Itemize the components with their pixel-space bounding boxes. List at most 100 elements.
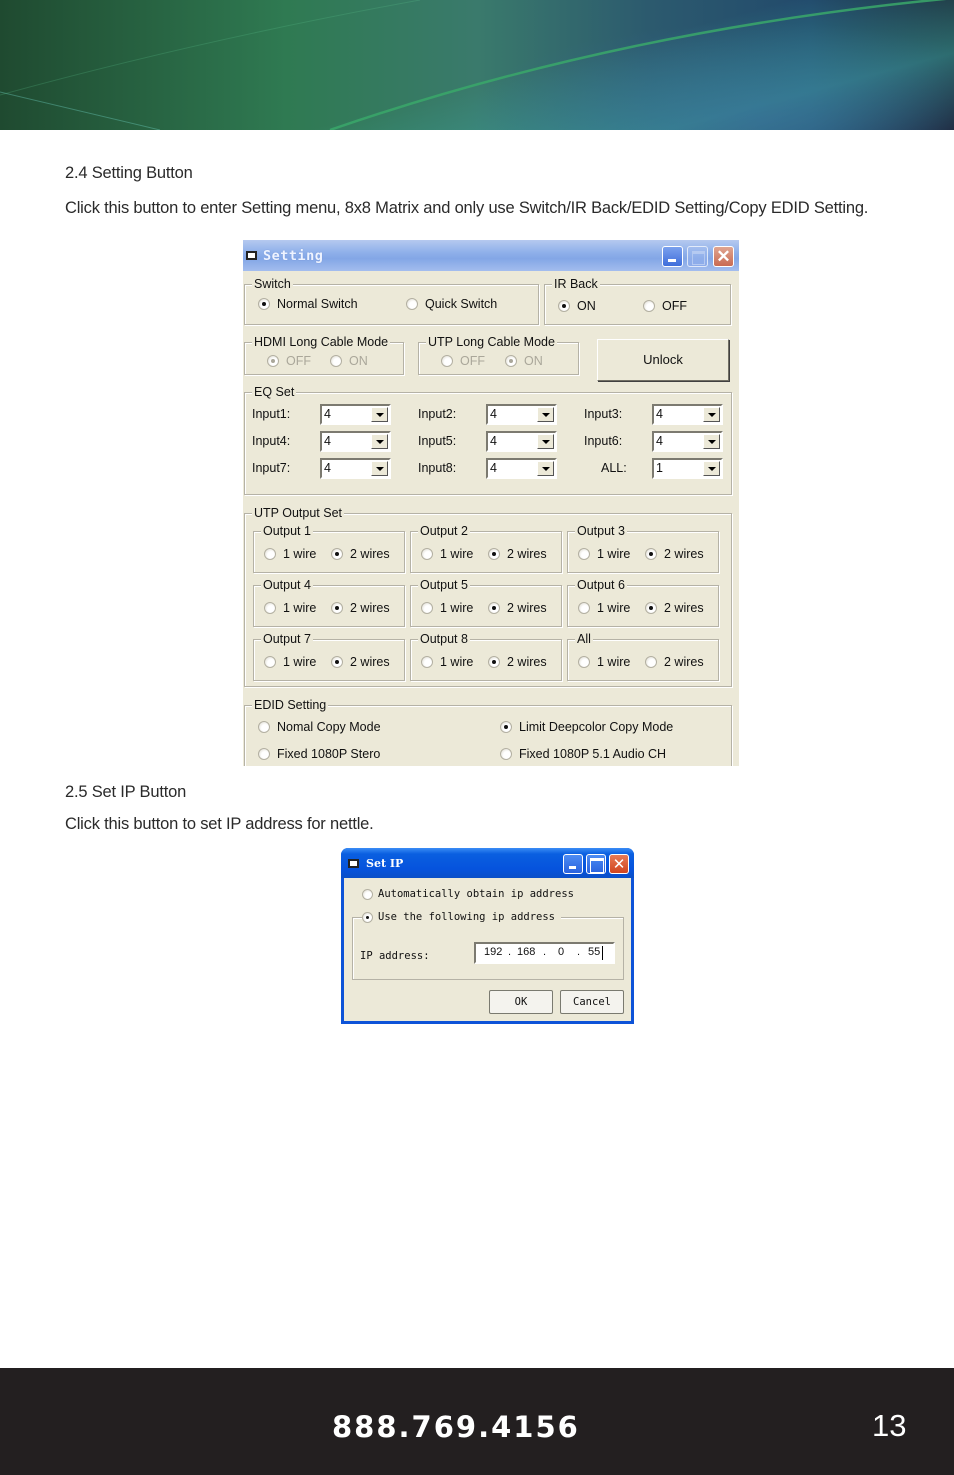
setting-titlebar[interactable]: Setting ✕	[243, 240, 739, 271]
radio-one-wire[interactable]: 1 wire	[421, 601, 473, 615]
radio-label: 2 wires	[350, 547, 390, 561]
radio-label: 1 wire	[597, 601, 631, 615]
hdmi-long-cable-legend: HDMI Long Cable Mode	[252, 334, 391, 350]
radio-label: 1 wire	[440, 547, 474, 561]
dropdown-arrow-icon[interactable]	[371, 434, 388, 449]
radio-label: OFF	[460, 354, 485, 368]
radio-two-wires[interactable]: 2 wires	[331, 601, 390, 615]
eq-select-input3[interactable]: 4	[652, 404, 723, 425]
radio-label: 2 wires	[507, 547, 547, 561]
section-heading-set-ip-button: 2.5 Set IP Button	[65, 783, 187, 801]
cancel-button[interactable]: Cancel	[560, 990, 624, 1014]
eq-select-input1[interactable]: 4	[320, 404, 391, 425]
radio-icon	[578, 548, 590, 560]
close-icon: ✕	[612, 855, 626, 873]
dropdown-arrow-icon[interactable]	[703, 407, 720, 422]
radio-one-wire[interactable]: 1 wire	[578, 547, 630, 561]
radio-two-wires[interactable]: 2 wires	[645, 601, 704, 615]
eq-select-input8[interactable]: 4	[486, 458, 557, 479]
utp-long-cable-legend: UTP Long Cable Mode	[426, 334, 557, 350]
radio-icon	[578, 602, 590, 614]
dropdown-arrow-icon[interactable]	[371, 407, 388, 422]
radio-label: 2 wires	[664, 547, 704, 561]
radio-icon	[578, 656, 590, 668]
radio-hdmi-on[interactable]: ON	[330, 354, 368, 368]
eq-set-legend: EQ Set	[252, 384, 297, 400]
radio-two-wires[interactable]: 2 wires	[331, 655, 390, 669]
dropdown-arrow-icon[interactable]	[537, 461, 554, 476]
radio-label: Automatically obtain ip address	[378, 888, 574, 900]
eq-label-input6: Input6:	[584, 434, 623, 448]
eq-select-input5[interactable]: 4	[486, 431, 557, 452]
utp-output-subgroup: Output 2 1 wire 2 wires	[410, 523, 562, 573]
set-ip-titlebar[interactable]: Set IP ✕	[341, 848, 634, 878]
eq-set-group: EQ Set Input1: 4 Input2: 4 Input3: 4 Inp…	[244, 384, 732, 495]
minimize-button[interactable]	[662, 246, 683, 267]
set-ip-window: Set IP ✕ Automatically obtain ip address…	[341, 848, 634, 1024]
radio-auto-ip[interactable]: Automatically obtain ip address	[362, 888, 574, 900]
radio-one-wire[interactable]: 1 wire	[421, 655, 473, 669]
close-button[interactable]: ✕	[713, 246, 734, 267]
maximize-button[interactable]	[687, 246, 708, 267]
radio-two-wires[interactable]: 2 wires	[488, 601, 547, 615]
radio-one-wire[interactable]: 1 wire	[264, 547, 316, 561]
radio-two-wires[interactable]: 2 wires	[645, 547, 704, 561]
radio-ir-on[interactable]: ON	[558, 299, 596, 313]
dropdown-arrow-icon[interactable]	[371, 461, 388, 476]
radio-edid-fixed-51[interactable]: Fixed 1080P 5.1 Audio CH	[500, 747, 666, 761]
minimize-button[interactable]	[563, 854, 583, 874]
eq-select-input4[interactable]: 4	[320, 431, 391, 452]
radio-utp-on[interactable]: ON	[505, 354, 543, 368]
radio-hdmi-off[interactable]: OFF	[267, 354, 311, 368]
ip-address-label: IP address:	[360, 950, 430, 962]
radio-edid-fixed-stereo[interactable]: Fixed 1080P Stero	[258, 747, 380, 761]
ok-button[interactable]: OK	[489, 990, 553, 1014]
unlock-button[interactable]: Unlock	[597, 339, 729, 381]
radio-two-wires[interactable]: 2 wires	[488, 655, 547, 669]
utp-output-legend: Output 5	[418, 577, 470, 593]
radio-one-wire[interactable]: 1 wire	[264, 655, 316, 669]
radio-one-wire[interactable]: 1 wire	[264, 601, 316, 615]
eq-select-input2[interactable]: 4	[486, 404, 557, 425]
setting-window: Setting ✕ Switch Normal Switch Quick Swi…	[243, 240, 739, 766]
radio-ir-off[interactable]: OFF	[643, 299, 687, 313]
dropdown-arrow-icon[interactable]	[537, 434, 554, 449]
radio-one-wire[interactable]: 1 wire	[578, 655, 630, 669]
radio-one-wire[interactable]: 1 wire	[578, 601, 630, 615]
radio-utp-off[interactable]: OFF	[441, 354, 485, 368]
radio-icon	[441, 355, 453, 367]
close-button[interactable]: ✕	[609, 854, 629, 874]
page-footer: 888.769.4156 13	[0, 1368, 954, 1475]
section-heading-setting-button: 2.4 Setting Button	[65, 164, 193, 182]
ip-octet-2[interactable]: 168	[517, 946, 535, 958]
radio-normal-switch[interactable]: Normal Switch	[258, 297, 358, 311]
radio-icon	[421, 602, 433, 614]
radio-edid-limit-deepcolor[interactable]: Limit Deepcolor Copy Mode	[500, 720, 673, 734]
dropdown-arrow-icon[interactable]	[537, 407, 554, 422]
radio-quick-switch[interactable]: Quick Switch	[406, 297, 497, 311]
maximize-button[interactable]	[586, 854, 606, 874]
radio-two-wires[interactable]: 2 wires	[331, 547, 390, 561]
eq-select-all[interactable]: 1	[652, 458, 723, 479]
radio-edid-normal-copy[interactable]: Nomal Copy Mode	[258, 720, 381, 734]
radio-two-wires[interactable]: 2 wires	[488, 547, 547, 561]
radio-manual-ip[interactable]: Use the following ip address	[362, 911, 562, 923]
radio-label: ON	[524, 354, 543, 368]
ip-octet-4[interactable]: 55	[588, 946, 600, 958]
ip-address-input[interactable]: 192 . 168 . 0 . 55	[474, 942, 615, 964]
eq-value: 4	[656, 434, 663, 448]
radio-label: 1 wire	[283, 655, 317, 669]
ip-octet-3[interactable]: 0	[558, 946, 564, 958]
eq-select-input6[interactable]: 4	[652, 431, 723, 452]
radio-two-wires[interactable]: 2 wires	[645, 655, 704, 669]
ir-back-legend: IR Back	[552, 276, 600, 292]
dropdown-arrow-icon[interactable]	[703, 461, 720, 476]
setting-window-title: Setting	[263, 248, 324, 264]
radio-label: Fixed 1080P 5.1 Audio CH	[519, 747, 667, 761]
radio-icon	[267, 355, 279, 367]
radio-one-wire[interactable]: 1 wire	[421, 547, 473, 561]
radio-icon	[421, 548, 433, 560]
dropdown-arrow-icon[interactable]	[703, 434, 720, 449]
ip-octet-1[interactable]: 192	[484, 946, 502, 958]
eq-select-input7[interactable]: 4	[320, 458, 391, 479]
